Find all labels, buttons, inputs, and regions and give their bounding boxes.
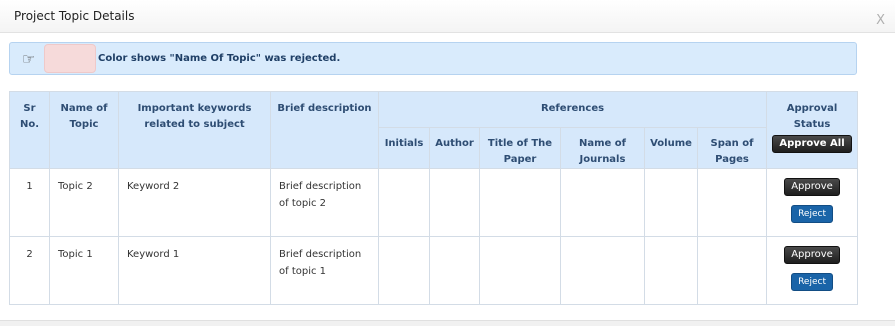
header-volume: Volume — [644, 127, 698, 169]
header-sr-no: Sr No. — [9, 91, 50, 169]
cell-span-of-pages — [696, 236, 768, 305]
approve-button[interactable]: Approve — [784, 246, 840, 264]
cell-span-of-pages — [696, 168, 768, 237]
cell-actions: Approve Reject — [766, 236, 859, 305]
rejected-color-swatch — [44, 44, 96, 73]
cell-topic-name: Topic 1 — [49, 236, 119, 305]
header-title-of-paper: Title of The Paper — [479, 127, 561, 169]
cell-name-of-journals — [560, 168, 645, 237]
dialog-header: Project Topic Details X — [0, 0, 895, 33]
legend-notice: ☞ Color shows "Name Of Topic" was reject… — [9, 42, 857, 75]
cell-name-of-journals — [560, 236, 645, 305]
cell-author — [429, 236, 480, 305]
cell-author — [429, 168, 480, 237]
header-brief-description: Brief description — [270, 91, 379, 169]
header-initials: Initials — [378, 127, 430, 169]
cell-topic-name: Topic 2 — [49, 168, 119, 237]
cell-brief-description: Brief description of topic 1 — [270, 236, 379, 305]
cell-sr-no: 1 — [9, 168, 50, 237]
approve-button[interactable]: Approve — [784, 178, 840, 196]
cell-volume — [644, 236, 698, 305]
cell-initials — [378, 168, 430, 237]
cell-keywords: Keyword 2 — [118, 168, 271, 237]
cell-title-of-paper — [479, 236, 561, 305]
table-row: 1 Topic 2 Keyword 2 Brief description of… — [9, 168, 859, 237]
pointing-hand-icon: ☞ — [22, 50, 36, 68]
dialog-title: Project Topic Details — [14, 9, 135, 23]
topic-table: Sr No. Name of Topic Important keywords … — [9, 91, 859, 305]
cell-keywords: Keyword 1 — [118, 236, 271, 305]
cell-brief-description: Brief description of topic 2 — [270, 168, 379, 237]
header-span-of-pages: Span of Pages — [696, 127, 768, 169]
header-references: References — [377, 91, 768, 128]
dialog-footer — [0, 320, 895, 326]
legend-text: Color shows "Name Of Topic" was rejected… — [98, 53, 341, 64]
cell-initials — [378, 236, 430, 305]
cell-title-of-paper — [479, 168, 561, 237]
header-keywords: Important keywords related to subject — [118, 91, 271, 169]
reject-button[interactable]: Reject — [791, 273, 833, 291]
cell-sr-no: 2 — [9, 236, 50, 305]
header-author: Author — [429, 127, 480, 169]
header-name-of-topic: Name of Topic — [49, 91, 119, 169]
cell-actions: Approve Reject — [766, 168, 859, 237]
table-row: 2 Topic 1 Keyword 1 Brief description of… — [9, 236, 859, 305]
approve-all-button[interactable]: Approve All — [772, 135, 852, 153]
approval-status-label: Approval Status — [786, 103, 838, 130]
header-approval-status: Approval Status Approve All — [766, 91, 859, 169]
reject-button[interactable]: Reject — [791, 205, 833, 223]
cell-volume — [644, 168, 698, 237]
header-name-of-journals: Name of Journals — [560, 127, 645, 169]
close-icon[interactable]: X — [876, 13, 885, 28]
